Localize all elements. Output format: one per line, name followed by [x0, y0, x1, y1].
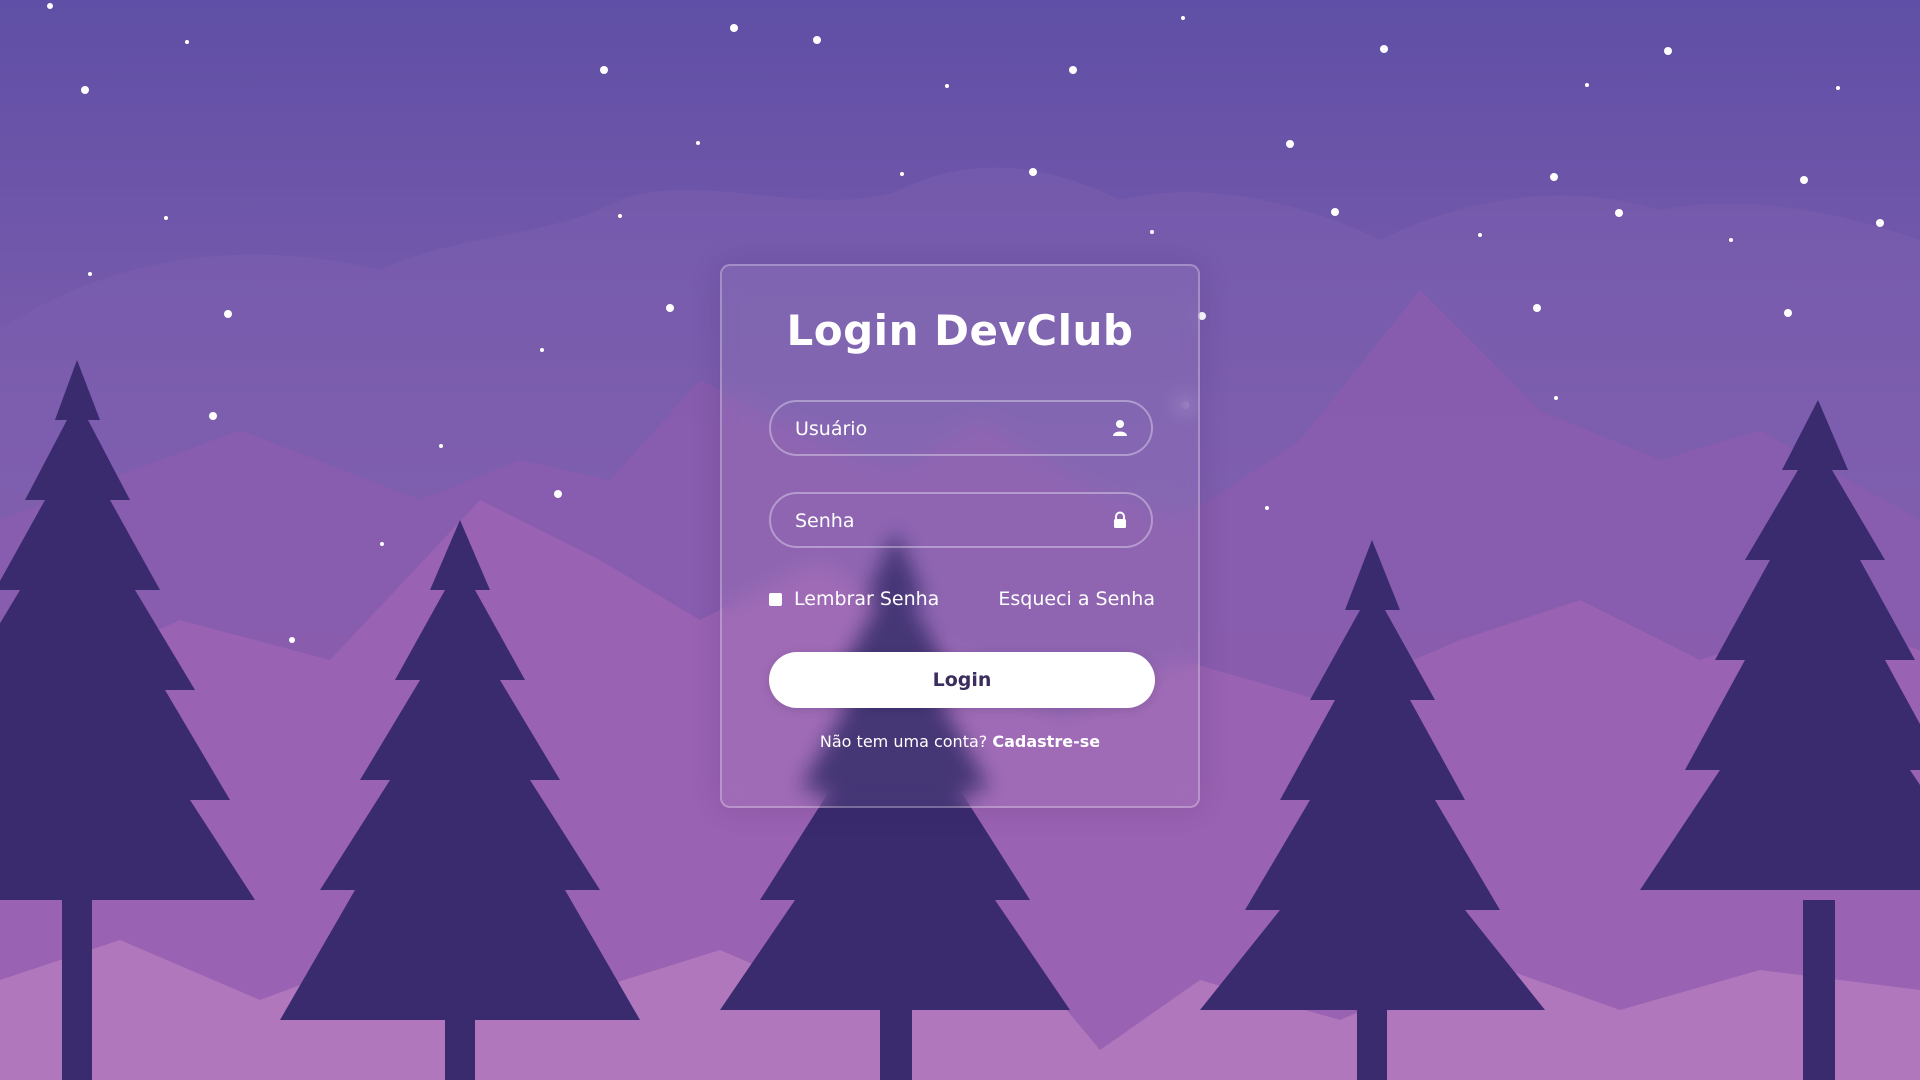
login-button[interactable]: Login	[769, 652, 1155, 708]
login-card: Login DevClub Lembrar Senha Esqueci a Se…	[720, 264, 1200, 808]
lock-icon	[1114, 511, 1126, 528]
login-page: Login DevClub Lembrar Senha Esqueci a Se…	[0, 0, 1920, 1080]
forgot-password-link[interactable]: Esqueci a Senha	[998, 586, 1155, 612]
page-title: Login DevClub	[786, 306, 1134, 355]
username-field[interactable]	[769, 400, 1153, 456]
password-input[interactable]	[793, 494, 1097, 548]
user-icon	[1113, 420, 1127, 436]
options-row: Lembrar Senha Esqueci a Senha	[769, 586, 1155, 612]
remember-label: Lembrar Senha	[794, 588, 940, 610]
remember-checkbox[interactable]: Lembrar Senha	[769, 586, 939, 612]
register-row: Não tem uma conta? Cadastre-se	[722, 732, 1198, 751]
register-link[interactable]: Cadastre-se	[992, 732, 1100, 751]
checkbox-box[interactable]	[769, 592, 782, 606]
password-field[interactable]	[769, 492, 1153, 548]
username-input[interactable]	[793, 402, 1097, 456]
register-prompt: Não tem uma conta?	[819, 732, 988, 751]
